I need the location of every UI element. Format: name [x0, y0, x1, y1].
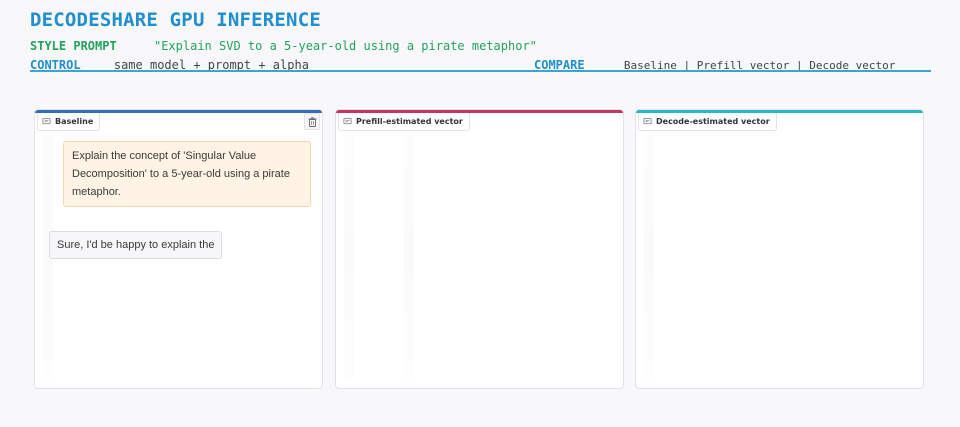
baseline-chat-panel: Baseline Explain the concept of 'Singula…: [34, 109, 323, 389]
scroll-shadow: [644, 136, 654, 378]
style-prompt-value: "Explain SVD to a 5-year-old using a pir…: [153, 39, 537, 53]
prefill-panel-label: Prefill-estimated vector: [356, 117, 463, 126]
assistant-message: Sure, I'd be happy to explain the: [49, 231, 223, 259]
style-prompt-label: STYLE PROMPT: [30, 39, 117, 53]
clear-chat-button[interactable]: [304, 113, 320, 130]
decode-panel-tab: Decode-estimated vector: [638, 113, 777, 131]
user-message: Explain the concept of 'Singular Value D…: [63, 141, 311, 207]
page-title: DECODESHARE GPU INFERENCE: [30, 9, 321, 31]
baseline-panel-tab: Baseline: [37, 113, 101, 131]
decode-panel-label: Decode-estimated vector: [656, 117, 770, 126]
decode-chat-panel: Decode-estimated vector: [635, 109, 924, 389]
baseline-panel-label: Baseline: [55, 117, 94, 126]
scroll-shadow: [344, 136, 354, 378]
trash-icon: [308, 116, 316, 127]
style-prompt-row: STYLE PROMPT "Explain SVD to a 5-year-ol…: [30, 35, 537, 54]
chat-icon: [643, 117, 652, 125]
scroll-shadow: [404, 136, 414, 378]
prefill-chat-panel: Prefill-estimated vector: [335, 109, 624, 389]
prefill-panel-tab: Prefill-estimated vector: [338, 113, 470, 131]
header-divider: [30, 70, 931, 72]
chat-icon: [42, 117, 51, 125]
chat-icon: [343, 117, 352, 125]
